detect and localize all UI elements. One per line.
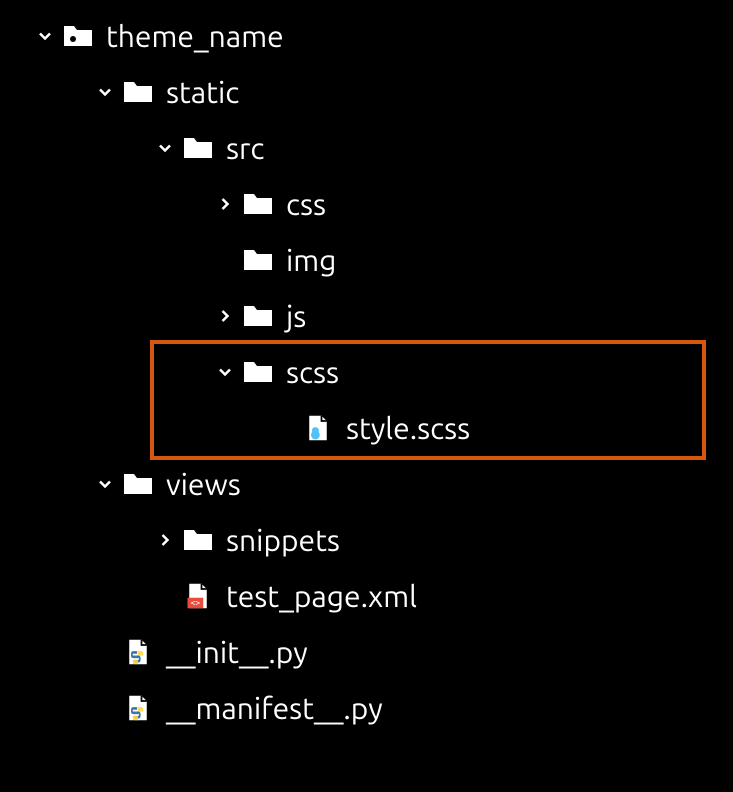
chevron-down-icon[interactable] (30, 26, 60, 46)
folder-icon (240, 358, 276, 386)
tree-item-init-py[interactable]: __init__.py (0, 624, 733, 680)
tree-label: theme_name (106, 19, 284, 53)
tree-item-test-page-xml[interactable]: <> test_page.xml (0, 568, 733, 624)
chevron-down-icon[interactable] (90, 82, 120, 102)
tree-item-img[interactable]: img (0, 232, 733, 288)
chevron-right-icon[interactable] (210, 194, 240, 214)
folder-icon (120, 470, 156, 498)
folder-icon (240, 246, 276, 274)
tree-label: css (286, 187, 326, 221)
tree-label: static (166, 75, 239, 109)
svg-text:<>: <> (191, 599, 201, 608)
tree-label: test_page.xml (226, 579, 417, 613)
folder-icon (240, 302, 276, 330)
tree-label: js (286, 299, 306, 333)
chevron-down-icon[interactable] (150, 138, 180, 158)
tree-label: __init__.py (166, 635, 308, 669)
chevron-right-icon[interactable] (210, 306, 240, 326)
tree-label: style.scss (346, 411, 470, 445)
tree-item-views[interactable]: views (0, 456, 733, 512)
tree-item-js[interactable]: js (0, 288, 733, 344)
chevron-right-icon[interactable] (150, 530, 180, 550)
tree-item-snippets[interactable]: snippets (0, 512, 733, 568)
tree-item-theme-name[interactable]: theme_name (0, 8, 733, 64)
tree-label: __manifest__.py (166, 691, 383, 725)
folder-icon (120, 78, 156, 106)
tree-item-css[interactable]: css (0, 176, 733, 232)
tree-item-style-scss[interactable]: style.scss (0, 400, 733, 456)
tree-item-manifest-py[interactable]: __manifest__.py (0, 680, 733, 736)
python-file-icon (120, 638, 156, 666)
xml-file-icon: <> (180, 582, 216, 610)
folder-module-icon (60, 22, 96, 50)
scss-file-icon (300, 414, 336, 442)
chevron-down-icon[interactable] (210, 362, 240, 382)
folder-icon (180, 134, 216, 162)
tree-item-src[interactable]: src (0, 120, 733, 176)
tree-item-scss[interactable]: scss (0, 344, 733, 400)
tree-label: scss (286, 355, 339, 389)
tree-label: snippets (226, 523, 340, 557)
python-file-icon (120, 694, 156, 722)
folder-icon (180, 526, 216, 554)
folder-icon (240, 190, 276, 218)
tree-label: views (166, 467, 241, 501)
tree-label: src (226, 131, 264, 165)
tree-item-static[interactable]: static (0, 64, 733, 120)
chevron-down-icon[interactable] (90, 474, 120, 494)
tree-label: img (286, 243, 336, 277)
